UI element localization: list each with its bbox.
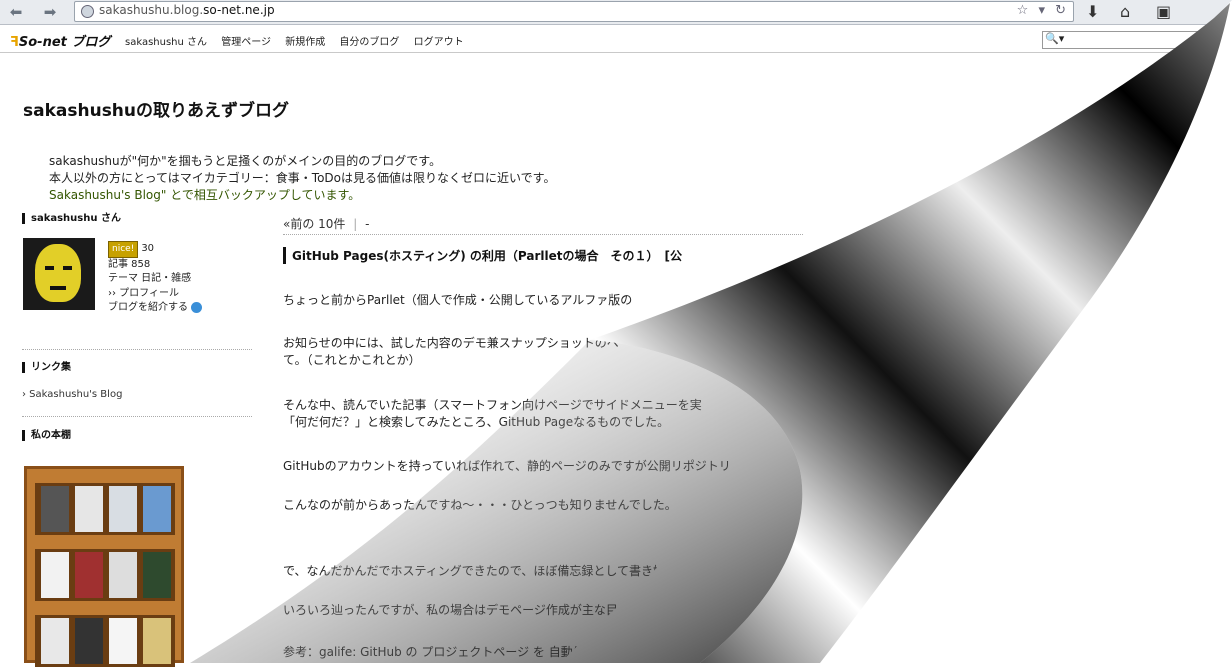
url-text: sakashushu.blog.so-net.ne.jp: [99, 3, 275, 17]
description-line: sakashushuが"何か"を掴もうと足掻くのがメインの目的のブログです。: [49, 154, 442, 168]
blog-title[interactable]: sakashushuの取りあえずブログ: [23, 96, 289, 121]
book-cover[interactable]: [41, 486, 69, 532]
prev-page-link[interactable]: «前の 10件: [283, 217, 345, 231]
bookmark-icon[interactable]: ▣: [1156, 2, 1171, 21]
globe-icon: [81, 5, 94, 18]
bookshelf-widget[interactable]: [24, 466, 184, 667]
nav-my-blog[interactable]: 自分のブログ: [339, 37, 399, 48]
entry-paragraph: 「何だ何だ？」と検索してみたところ、GitHub Pageなるものでした。: [283, 415, 670, 429]
book-cover[interactable]: [143, 552, 171, 598]
address-bar[interactable]: sakashushu.blog.so-net.ne.jp ☆ ▾ ↻: [74, 1, 1074, 22]
entry-paragraph: そんな中、読んでいた記事（スマートフォン向けページでサイドメニューを実: [283, 398, 702, 412]
introduce-link[interactable]: ブログを紹介する: [108, 301, 203, 316]
avatar-face: [35, 244, 81, 302]
introduce-icon[interactable]: [191, 301, 203, 313]
entry-paragraph: ちょっと前からParllet（個人で作成・公開しているアルファ版の: [283, 293, 633, 307]
nice-count: 30: [141, 243, 155, 254]
entry-paragraph: GitHubのアカウントを持っていれば作れて、静的ページのみですが公開リポジトリ: [283, 459, 731, 473]
shelf-row: [35, 483, 175, 535]
shelf-row: [35, 615, 175, 667]
divider: [22, 416, 252, 417]
description-link[interactable]: Sakashushu's Blog" とで相互バックアップしています。: [49, 187, 555, 204]
entry-paragraph: いろいろ辿ったんですが、私の場合はデモページ作成が主な目的なので、: [283, 603, 678, 617]
entry-paragraph: 参考：galife: GitHub の プロジェクトページ を 自動生成 & 公…: [283, 645, 638, 659]
blog-description: sakashushuが"何か"を掴もうと足掻くのがメインの目的のブログです。 本…: [49, 153, 555, 204]
book-cover[interactable]: [75, 552, 103, 598]
home-icon[interactable]: ⌂: [1120, 2, 1130, 21]
nice-badge: nice!: [108, 241, 139, 258]
entry-paragraph: こんなのが前からあったんですね〜・・・ひとっつも知りませんでした。: [283, 498, 677, 512]
search-icon[interactable]: 🔍▾: [1045, 32, 1064, 45]
browser-toolbar: ⬅ ➡ sakashushu.blog.so-net.ne.jp ☆ ▾ ↻ ⬇…: [0, 0, 1232, 25]
entry-paragraph: で、なんだかんだでホスティングできたので、ほぼ備忘録として書き始めます。: [283, 564, 712, 578]
book-cover[interactable]: [41, 618, 69, 664]
entry-title[interactable]: GitHub Pages(ホスティング) の利用（Parlletの場合 その１）…: [283, 247, 682, 264]
book-cover[interactable]: [143, 618, 171, 664]
book-cover[interactable]: [109, 552, 137, 598]
download-icon[interactable]: ⬇: [1086, 2, 1099, 21]
search-input[interactable]: 🔍▾: [1042, 31, 1232, 49]
profile-link[interactable]: ›› プロフィール: [108, 287, 202, 302]
avatar[interactable]: [23, 238, 95, 310]
article-count: 記事 858: [108, 258, 151, 270]
profile-info: nice! 30 記事 858 テーマ 日記・雑感 ›› プロフィール ブログを紹…: [108, 241, 203, 316]
sonet-logo[interactable]: ꟻSo-net ブログ: [10, 31, 110, 50]
divider: [22, 349, 252, 350]
nav-admin[interactable]: 管理ページ: [221, 37, 271, 48]
pager-separator: |: [353, 217, 358, 231]
book-cover[interactable]: [109, 486, 137, 532]
entry-paragraph: て。（これとかこれとか）: [283, 353, 421, 367]
avatar-eye: [45, 266, 54, 270]
shelf-row: [35, 549, 175, 601]
divider: [283, 234, 803, 235]
back-icon[interactable]: ⬅: [6, 3, 26, 21]
avatar-eye: [63, 266, 72, 270]
avatar-mouth: [50, 286, 66, 290]
profile-heading: sakashushu さん: [22, 213, 121, 224]
nav-user[interactable]: sakashushu さん: [125, 37, 207, 48]
book-cover[interactable]: [75, 618, 103, 664]
sonet-nav: sakashushu さん 管理ページ 新規作成 自分のブログ ログアウト: [125, 33, 475, 48]
next-page-link[interactable]: -: [365, 217, 369, 231]
forward-icon[interactable]: ➡: [40, 3, 60, 21]
pager: «前の 10件 | -: [283, 215, 369, 232]
description-line: 本人以外の方にとってはマイカテゴリー：食事・ToDoは見る価値は限りなくゼロに近…: [49, 171, 556, 185]
entry-paragraph: お知らせの中には、試した内容のデモ兼スナップショットのペー: [283, 336, 631, 350]
theme-label: テーマ 日記・雑感: [108, 273, 192, 284]
book-cover[interactable]: [75, 486, 103, 532]
sonet-blog-bar: ꟻSo-net ブログ sakashushu さん 管理ページ 新規作成 自分の…: [0, 25, 1232, 53]
star-icon[interactable]: ☆ ▾ ↻: [1017, 3, 1069, 18]
book-cover[interactable]: [143, 486, 171, 532]
links-heading: リンク集: [22, 362, 71, 373]
bookshelf-heading: 私の本棚: [22, 430, 71, 441]
nav-new-post[interactable]: 新規作成: [285, 37, 325, 48]
book-cover[interactable]: [109, 618, 137, 664]
sidebar-link[interactable]: › Sakashushu's Blog: [22, 389, 122, 400]
book-cover[interactable]: [41, 552, 69, 598]
nav-logout[interactable]: ログアウト: [414, 37, 464, 48]
